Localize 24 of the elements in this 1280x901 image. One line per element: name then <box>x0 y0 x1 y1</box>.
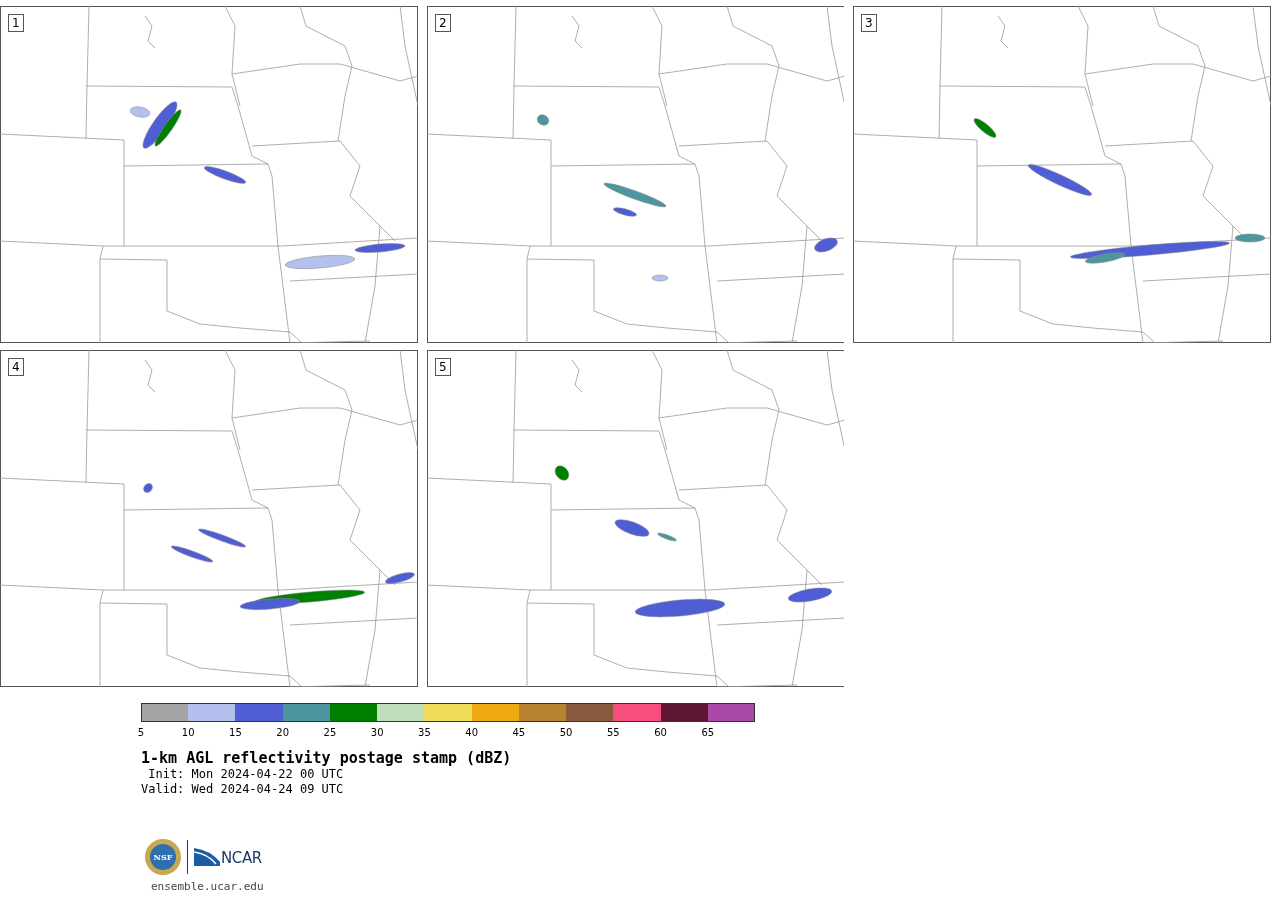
panel-number: 1 <box>8 14 24 32</box>
colorbar-tick-label: 50 <box>559 727 573 739</box>
colorbar-tick-label: 55 <box>607 727 620 739</box>
website-url: ensemble.ucar.edu <box>150 879 265 895</box>
colorbar-tick-label: 60 <box>654 727 667 739</box>
valid-time: Valid: Wed 2024-04-24 09 UTC <box>141 782 345 797</box>
panel-number: 4 <box>8 358 24 376</box>
ncar-logo: NCAR <box>194 848 262 866</box>
colorbar-tick-label: 15 <box>229 727 242 739</box>
colorbar-tick-label: 10 <box>181 727 195 739</box>
colorbar-tick-label: 25 <box>323 727 337 739</box>
chart-title: 1-km AGL reflectivity postage stamp (dBZ) <box>141 749 513 767</box>
colorbar-tick-label: 40 <box>465 727 478 739</box>
colorbar-tick-label: 5 <box>137 727 145 739</box>
panel-number: 2 <box>435 14 451 32</box>
nsf-logo: NSF <box>145 839 181 875</box>
panel-number: 5 <box>435 358 451 376</box>
colorbar-tick-label: 65 <box>701 727 715 739</box>
colorbar-tick-label: 30 <box>370 727 384 739</box>
colorbar-tick-label: 45 <box>512 727 526 739</box>
init-time: Init: Mon 2024-04-22 00 UTC <box>147 767 345 782</box>
colorbar-tick-label: 20 <box>276 727 290 739</box>
colorbar-tick-label: 35 <box>418 727 431 739</box>
panel-number: 3 <box>861 14 877 32</box>
